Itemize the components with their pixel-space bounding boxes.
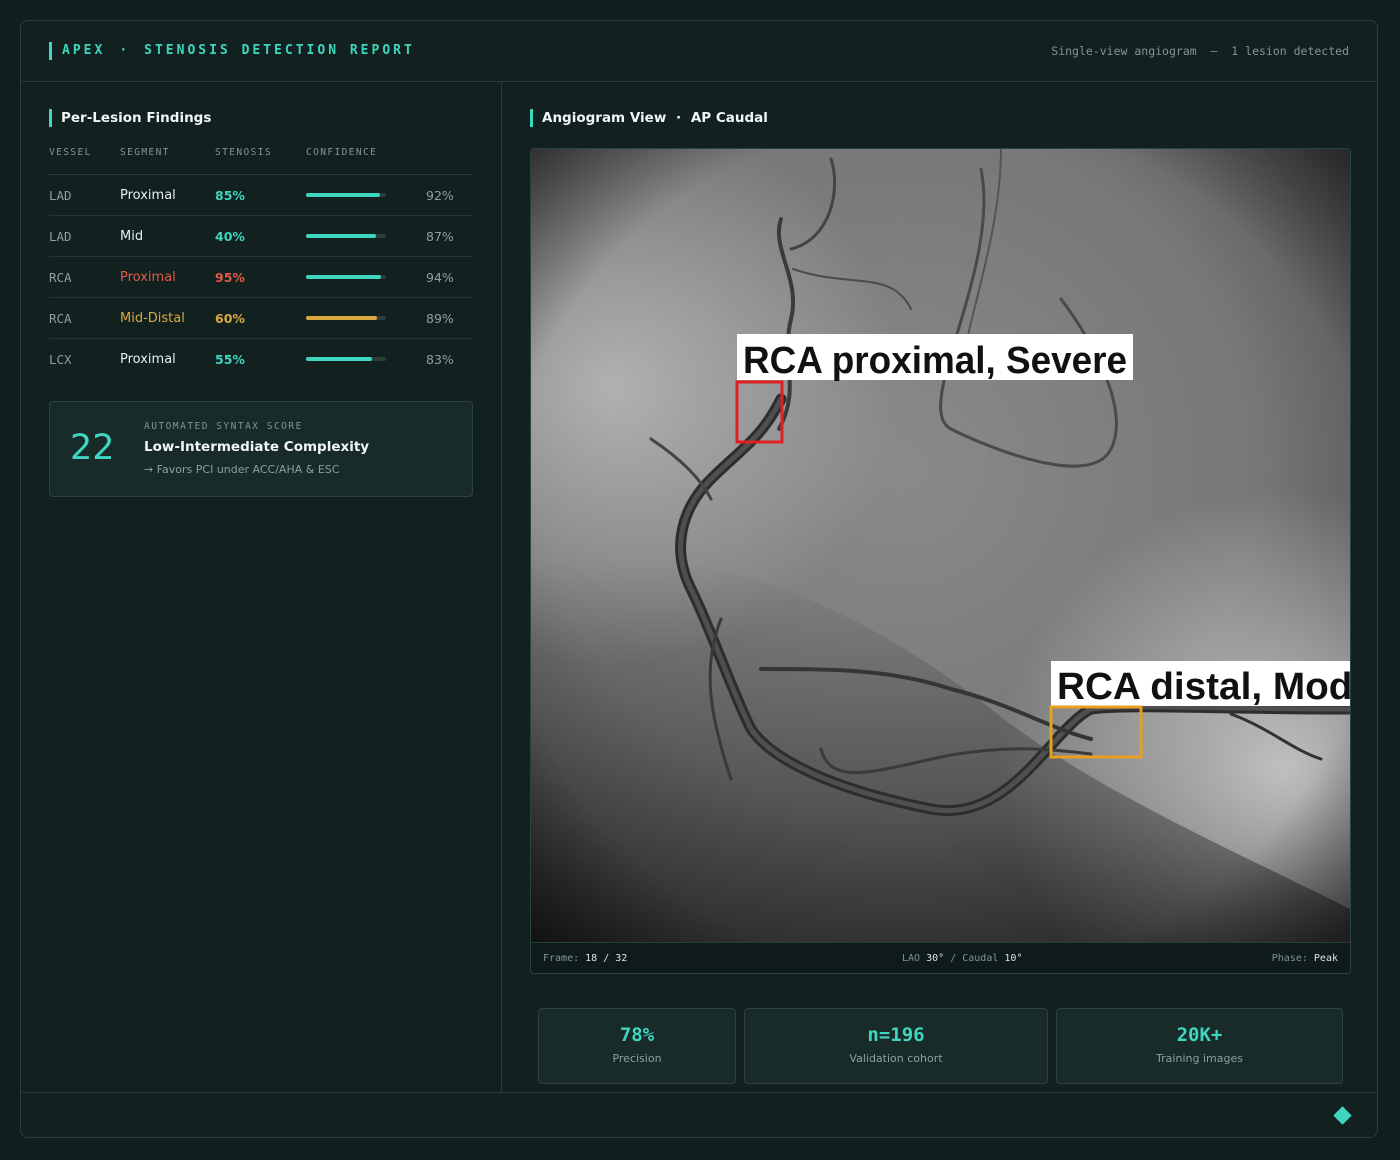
- angle-readout: LAO 30° / Caudal 10°: [902, 953, 1022, 964]
- report-brand: APEX · STENOSIS DETECTION REPORT: [49, 42, 415, 60]
- phase-readout: Phase: Peak: [1272, 953, 1338, 964]
- confidence-value: 94%: [426, 269, 454, 285]
- frame-value: 18 / 32: [585, 953, 628, 964]
- angiogram-view-name: AP Caudal: [690, 110, 768, 126]
- syntax-score-caption: AUTOMATED SYNTAX SCORE: [144, 421, 303, 432]
- segment-cell: Proximal: [120, 351, 176, 367]
- table-row[interactable]: RCA Mid-Distal 60% 89%: [49, 298, 473, 339]
- angiogram-title-main: Angiogram View: [542, 110, 667, 126]
- angiogram-image[interactable]: RCA proximal, Severe RCA distal, Moderat…: [531, 149, 1350, 942]
- confidence-value: 83%: [426, 351, 454, 367]
- phase-label: Phase:: [1271, 953, 1308, 964]
- diamond-icon: [1333, 1106, 1352, 1125]
- stat-label: Precision: [612, 1052, 662, 1065]
- angiogram-background: [531, 149, 1350, 942]
- confidence-bar: [306, 357, 386, 361]
- vessel-cell: RCA: [49, 269, 72, 285]
- stenosis-cell: 60%: [215, 310, 245, 326]
- stat-label: Training images: [1156, 1052, 1243, 1065]
- syntax-score-title: Low-Intermediate Complexity: [144, 439, 370, 455]
- segment-cell: Proximal: [120, 187, 176, 203]
- phase-value: Peak: [1313, 953, 1338, 964]
- lao-label: LAO: [902, 953, 921, 964]
- confidence-bar: [306, 234, 386, 238]
- vessel-cell: LCX: [49, 351, 72, 367]
- stat-value: n=196: [867, 1024, 925, 1046]
- report-frame: APEX · STENOSIS DETECTION REPORT Single-vi…: [20, 20, 1378, 1138]
- angiogram-title: Angiogram View · AP Caudal: [530, 109, 768, 127]
- findings-title: Per-Lesion Findings: [49, 109, 211, 127]
- confidence-bar-cell: [306, 234, 426, 238]
- findings-rows: LAD Proximal 85% 92% LAD Mid 40% 87% RCA…: [49, 175, 473, 379]
- syntax-score-card: 22 AUTOMATED SYNTAX SCORE Low-Intermedia…: [49, 401, 473, 497]
- stenosis-cell: 55%: [215, 351, 245, 367]
- brand-name: APEX: [62, 43, 106, 58]
- confidence-bar-fill: [306, 357, 373, 361]
- caudal-value: 10°: [1004, 953, 1023, 964]
- annotation-severe-label: RCA proximal, Severe: [743, 340, 1127, 382]
- confidence-bar-fill: [306, 275, 382, 279]
- table-row[interactable]: LAD Proximal 85% 92%: [49, 175, 473, 216]
- confidence-value: 89%: [426, 310, 454, 326]
- segment-cell: Proximal: [120, 269, 176, 285]
- report-header: APEX · STENOSIS DETECTION REPORT Single-vi…: [21, 21, 1377, 82]
- stat-value: 20K+: [1176, 1024, 1223, 1046]
- confidence-bar: [306, 193, 386, 197]
- segment-cell: Mid: [120, 228, 144, 244]
- confidence-bar-cell: [306, 357, 426, 361]
- caudal-label: Caudal: [962, 953, 999, 964]
- confidence-bar-fill: [306, 234, 376, 238]
- column-header-vessel: VESSEL: [49, 147, 92, 158]
- confidence-value: 92%: [426, 187, 454, 203]
- stenosis-cell: 40%: [215, 228, 245, 244]
- frame-label: Frame:: [543, 953, 580, 964]
- confidence-value: 87%: [426, 228, 454, 244]
- header-meta: Single-view angiogram — 1 lesion detecte…: [1051, 44, 1349, 58]
- annotation-moderate-label: RCA distal, Moderate: [1057, 666, 1350, 708]
- angiogram-title-separator: ·: [676, 110, 682, 126]
- table-row[interactable]: RCA Proximal 95% 94%: [49, 257, 473, 298]
- vessel-cell: LAD: [49, 228, 72, 244]
- report-footer: [21, 1092, 1377, 1137]
- column-header-stenosis: STENOSIS: [215, 147, 272, 158]
- findings-panel: Per-Lesion Findings VESSEL SEGMENT STENO…: [21, 81, 502, 1093]
- angiogram-viewer[interactable]: RCA proximal, Severe RCA distal, Moderat…: [530, 148, 1351, 974]
- confidence-bar-fill: [306, 316, 378, 320]
- vessel-cell: RCA: [49, 310, 72, 326]
- confidence-bar: [306, 316, 386, 320]
- confidence-bar-cell: [306, 316, 426, 320]
- confidence-bar-cell: [306, 193, 426, 197]
- stat-value: 78%: [619, 1024, 655, 1046]
- viewer-status-bar: Frame: 18 / 32 LAO 30° / Caudal 10° Phas…: [531, 942, 1350, 973]
- column-header-segment: SEGMENT: [120, 147, 170, 158]
- angiogram-panel: Angiogram View · AP Caudal RCA proximal,…: [502, 81, 1377, 1093]
- stat-label: Validation cohort: [849, 1052, 943, 1065]
- stat-card-validation: n=196 Validation cohort: [744, 1008, 1048, 1084]
- stenosis-cell: 85%: [215, 187, 245, 203]
- stenosis-cell: 95%: [215, 269, 245, 285]
- stat-card-training: 20K+ Training images: [1056, 1008, 1343, 1084]
- syntax-score-recommendation: → Favors PCI under ACC/AHA & ESC: [144, 463, 340, 476]
- vessel-cell: LAD: [49, 187, 72, 203]
- angle-separator: /: [950, 953, 957, 964]
- brand-separator: ·: [119, 43, 131, 58]
- stat-card-precision: 78% Precision: [538, 1008, 736, 1084]
- table-row[interactable]: LAD Mid 40% 87%: [49, 216, 473, 257]
- confidence-bar-cell: [306, 275, 426, 279]
- syntax-score-value: 22: [70, 428, 115, 468]
- segment-cell: Mid-Distal: [120, 310, 185, 326]
- table-row[interactable]: LCX Proximal 55% 83%: [49, 339, 473, 379]
- lao-value: 30°: [926, 953, 945, 964]
- report-title: STENOSIS DETECTION REPORT: [144, 43, 415, 58]
- confidence-bar-fill: [306, 193, 380, 197]
- frame-readout: Frame: 18 / 32: [543, 953, 627, 964]
- confidence-bar: [306, 275, 386, 279]
- column-header-confidence: CONFIDENCE: [306, 147, 378, 158]
- findings-table: VESSEL SEGMENT STENOSIS CONFIDENCE LAD P…: [49, 147, 473, 379]
- findings-table-header: VESSEL SEGMENT STENOSIS CONFIDENCE: [49, 147, 473, 175]
